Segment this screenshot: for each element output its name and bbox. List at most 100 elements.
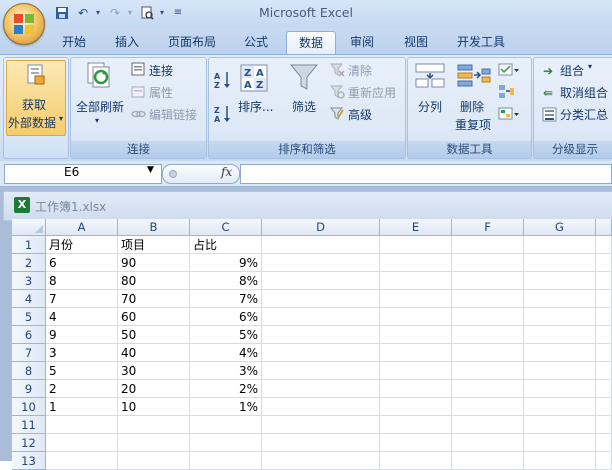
cell-h3[interactable] xyxy=(596,272,612,290)
text-to-columns-icon[interactable] xyxy=(415,62,445,93)
cell-d2[interactable] xyxy=(262,254,380,272)
sort-z-to-a-icon[interactable]: ZA xyxy=(213,104,233,127)
cell-b12[interactable] xyxy=(118,434,190,452)
cell-g4[interactable] xyxy=(524,290,596,308)
cell-e4[interactable] xyxy=(380,290,452,308)
cell-d6[interactable] xyxy=(262,326,380,344)
remove-duplicates-icon[interactable] xyxy=(457,64,491,93)
row-header-8[interactable]: 8 xyxy=(12,362,46,380)
name-box[interactable] xyxy=(4,164,162,184)
cell-g10[interactable] xyxy=(524,398,596,416)
row-header-1[interactable]: 1 xyxy=(12,236,46,254)
column-header-f[interactable]: F xyxy=(452,219,524,236)
cell-b8[interactable]: 30 xyxy=(118,362,190,380)
tab-view[interactable]: 视图 xyxy=(394,31,438,53)
cell-e13[interactable] xyxy=(380,452,452,470)
tab-formulas[interactable]: 公式 xyxy=(234,31,278,53)
row-header-6[interactable]: 6 xyxy=(12,326,46,344)
cell-a7[interactable]: 3 xyxy=(46,344,118,362)
row-header-13[interactable]: 13 xyxy=(12,452,46,470)
row-header-10[interactable]: 10 xyxy=(12,398,46,416)
cell-f6[interactable] xyxy=(452,326,524,344)
cell-f2[interactable] xyxy=(452,254,524,272)
cell-c8[interactable]: 3% xyxy=(190,362,262,380)
text-to-columns-button[interactable]: 分列 xyxy=(418,98,442,115)
row-header-5[interactable]: 5 xyxy=(12,308,46,326)
cell-f4[interactable] xyxy=(452,290,524,308)
column-header-d[interactable]: D xyxy=(262,219,380,236)
cell-a2[interactable]: 6 xyxy=(46,254,118,272)
cell-d12[interactable] xyxy=(262,434,380,452)
cell-b1[interactable]: 项目 xyxy=(118,236,190,254)
cell-c2[interactable]: 9% xyxy=(190,254,262,272)
cell-c7[interactable]: 4% xyxy=(190,344,262,362)
cell-c12[interactable] xyxy=(190,434,262,452)
cell-c5[interactable]: 6% xyxy=(190,308,262,326)
cell-h1[interactable] xyxy=(596,236,612,254)
cell-b2[interactable]: 90 xyxy=(118,254,190,272)
undo-icon[interactable]: ↶ xyxy=(76,6,90,20)
row-header-11[interactable]: 11 xyxy=(12,416,46,434)
cell-e5[interactable] xyxy=(380,308,452,326)
tab-insert[interactable]: 插入 xyxy=(105,31,149,53)
column-header-b[interactable]: B xyxy=(118,219,190,236)
cell-a10[interactable]: 1 xyxy=(46,398,118,416)
cell-f7[interactable] xyxy=(452,344,524,362)
cell-c1[interactable]: 占比 xyxy=(190,236,262,254)
row-header-12[interactable]: 12 xyxy=(12,434,46,452)
cell-g12[interactable] xyxy=(524,434,596,452)
cell-b10[interactable]: 10 xyxy=(118,398,190,416)
clear-filter-button[interactable]: 清除 xyxy=(348,62,372,79)
cell-d3[interactable] xyxy=(262,272,380,290)
redo-icon[interactable]: ↷ xyxy=(108,6,122,20)
cell-a8[interactable]: 5 xyxy=(46,362,118,380)
cell-a12[interactable] xyxy=(46,434,118,452)
ungroup-button[interactable]: 取消组合 xyxy=(560,84,608,101)
cell-g5[interactable] xyxy=(524,308,596,326)
cell-g11[interactable] xyxy=(524,416,596,434)
print-preview-icon[interactable] xyxy=(140,6,154,20)
cell-e8[interactable] xyxy=(380,362,452,380)
subtotal-button[interactable]: 分类汇总 xyxy=(560,106,608,123)
cell-d11[interactable] xyxy=(262,416,380,434)
column-header-e[interactable]: E xyxy=(380,219,452,236)
cell-e1[interactable] xyxy=(380,236,452,254)
cell-c13[interactable] xyxy=(190,452,262,470)
cell-f9[interactable] xyxy=(452,380,524,398)
refresh-all-button[interactable]: 全部刷新 xyxy=(76,98,124,115)
cell-b11[interactable] xyxy=(118,416,190,434)
cell-b4[interactable]: 70 xyxy=(118,290,190,308)
tab-developer[interactable]: 开发工具 xyxy=(446,31,516,53)
cell-a9[interactable]: 2 xyxy=(46,380,118,398)
cell-b5[interactable]: 60 xyxy=(118,308,190,326)
refresh-all-icon[interactable] xyxy=(86,62,112,93)
office-button[interactable] xyxy=(3,3,45,45)
cell-a5[interactable]: 4 xyxy=(46,308,118,326)
column-header-h[interactable] xyxy=(596,219,612,236)
row-header-9[interactable]: 9 xyxy=(12,380,46,398)
row-header-7[interactable]: 7 xyxy=(12,344,46,362)
cell-e12[interactable] xyxy=(380,434,452,452)
what-if-analysis-icon[interactable] xyxy=(498,106,520,125)
save-icon[interactable] xyxy=(55,6,69,20)
row-header-3[interactable]: 3 xyxy=(12,272,46,290)
cell-e11[interactable] xyxy=(380,416,452,434)
cell-d8[interactable] xyxy=(262,362,380,380)
cell-e3[interactable] xyxy=(380,272,452,290)
cell-e9[interactable] xyxy=(380,380,452,398)
column-header-a[interactable]: A xyxy=(46,219,118,236)
column-header-c[interactable]: C xyxy=(190,219,262,236)
cell-d5[interactable] xyxy=(262,308,380,326)
cell-g2[interactable] xyxy=(524,254,596,272)
select-all-button[interactable] xyxy=(12,219,46,236)
tab-page-layout[interactable]: 页面布局 xyxy=(160,31,224,53)
cell-a4[interactable]: 7 xyxy=(46,290,118,308)
cell-f5[interactable] xyxy=(452,308,524,326)
cell-g7[interactable] xyxy=(524,344,596,362)
cell-f10[interactable] xyxy=(452,398,524,416)
redo-dropdown-icon[interactable]: ▾ xyxy=(123,6,137,20)
cell-g1[interactable] xyxy=(524,236,596,254)
cell-h12[interactable] xyxy=(596,434,612,452)
cell-b3[interactable]: 80 xyxy=(118,272,190,290)
tab-review[interactable]: 审阅 xyxy=(340,31,384,53)
